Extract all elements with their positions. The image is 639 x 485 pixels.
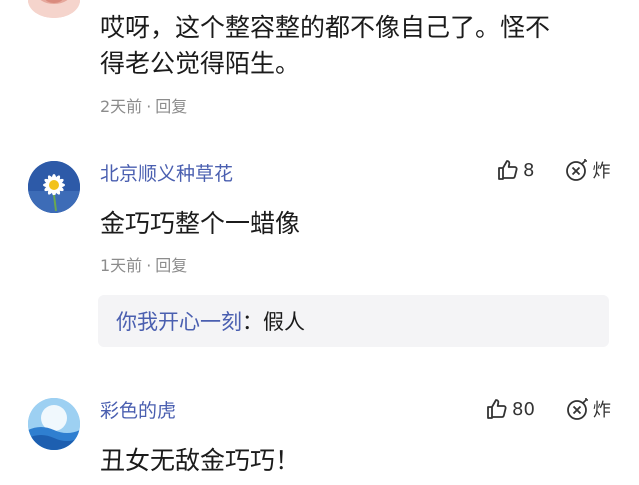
thumbs-up-icon xyxy=(487,399,507,419)
like-button[interactable]: 8 xyxy=(496,158,534,182)
reply-link[interactable]: 回复 xyxy=(155,97,187,116)
react-label: 炸 xyxy=(592,400,611,421)
comment-text: 哎呀，这个整容整的都不像自己了。怪不 xyxy=(100,13,551,42)
thumbs-up-icon xyxy=(498,160,518,180)
wave-avatar-icon xyxy=(28,398,80,450)
reply-username[interactable]: 你我开心一刻 xyxy=(116,306,242,336)
reply-link[interactable]: 回复 xyxy=(155,256,187,275)
reply-separator: ： xyxy=(242,310,263,334)
react-label: 炸 xyxy=(592,161,611,182)
separator-dot: · xyxy=(146,256,152,275)
comment-text: 丑女无敌金巧巧！ xyxy=(100,446,301,475)
comment-time: 1天前 xyxy=(100,256,143,275)
comment-meta: 1天前 · 回复 xyxy=(100,252,187,276)
like-count: 80 xyxy=(512,398,535,420)
comment-text: 金巧巧整个一蜡像 xyxy=(100,209,301,238)
bomb-icon xyxy=(567,398,588,420)
username[interactable]: 彩色的虎 xyxy=(100,396,176,423)
reply-preview[interactable]: 你我开心一刻 ： 假人 xyxy=(98,295,609,347)
username[interactable]: 北京顺义种草花 xyxy=(100,159,233,186)
separator-dot: · xyxy=(146,97,152,116)
avatar[interactable] xyxy=(28,0,80,18)
bomb-icon xyxy=(566,159,588,181)
comment-actions: 80 炸 xyxy=(485,396,611,422)
daisy-avatar-icon xyxy=(28,161,80,213)
like-count: 8 xyxy=(523,159,535,181)
like-button[interactable]: 80 xyxy=(485,397,535,421)
comment-time: 2天前 xyxy=(100,97,143,116)
comment-actions: 8 炸 xyxy=(496,157,610,183)
cartoon-avatar-icon xyxy=(28,0,80,18)
reply-text: 假人 xyxy=(263,310,305,334)
comment-meta: 2天前 · 回复 xyxy=(100,93,187,117)
avatar[interactable] xyxy=(28,398,80,450)
react-button[interactable]: 炸 xyxy=(565,396,611,422)
react-button[interactable]: 炸 xyxy=(564,157,610,183)
comment-text: 得老公觉得陌生。 xyxy=(100,49,301,78)
avatar[interactable] xyxy=(28,161,80,213)
